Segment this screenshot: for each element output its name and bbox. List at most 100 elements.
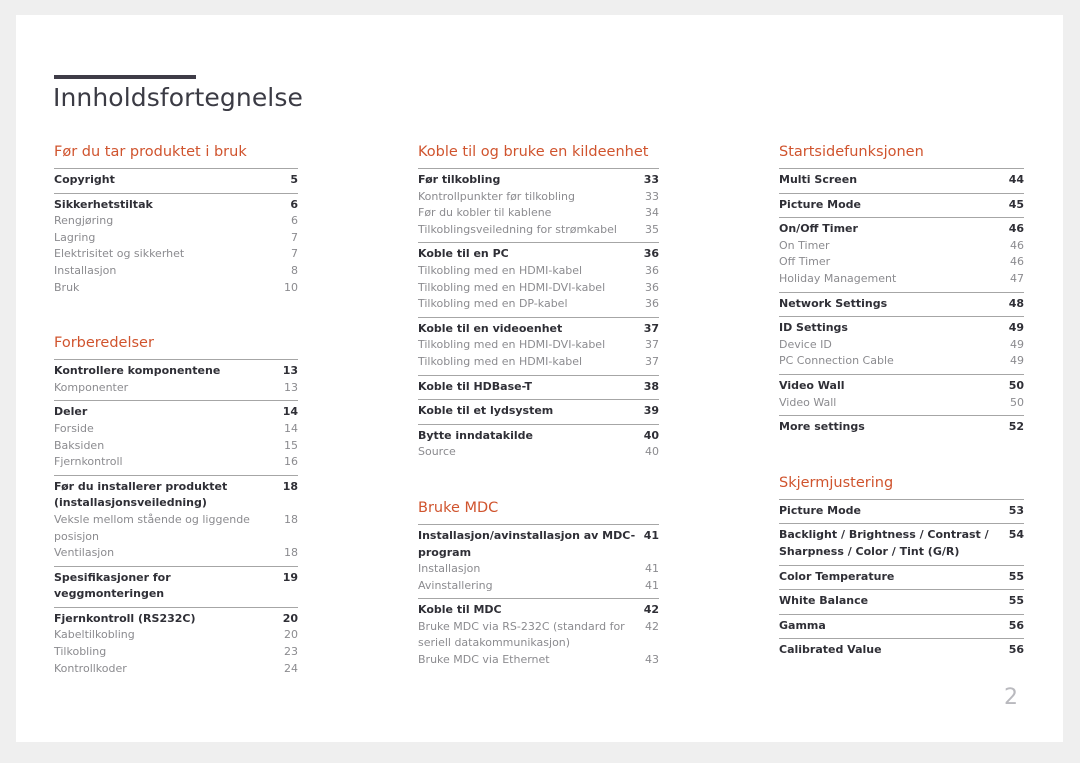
toc-entry-label: Tilkobling	[54, 645, 107, 659]
toc-entry[interactable]: Deler 14	[54, 404, 298, 421]
toc-entry-label: Backlight / Brightness / Contrast / Shar…	[779, 528, 989, 558]
toc-entry[interactable]: Fjernkontroll 16	[54, 454, 298, 471]
toc-entry[interactable]: Holiday Management 47	[779, 271, 1024, 288]
toc-entry[interactable]: More settings 52	[779, 419, 1024, 436]
toc-group: Copyright 5	[54, 168, 298, 193]
toc-entry[interactable]: Kabeltilkobling 20	[54, 627, 298, 644]
toc-entry[interactable]: White Balance 55	[779, 593, 1024, 610]
toc-entry[interactable]: Network Settings 48	[779, 296, 1024, 313]
toc-entry-page: 42	[643, 603, 659, 617]
toc-group: Koble til MDC 42 42 Bruke MDC via RS-232C (…	[418, 598, 659, 672]
toc-entry-page: 41	[645, 562, 659, 576]
toc-entry[interactable]: Tilkobling med en HDMI-kabel 37	[418, 354, 659, 371]
toc-entry[interactable]: Bruk 10	[54, 280, 298, 297]
toc-column-1: Før du tar produktet i bruk Copyright 5 Sik…	[54, 143, 298, 681]
toc-entry-label: Avinstallering	[418, 578, 493, 592]
toc-entry-page: 34	[645, 206, 659, 220]
toc-entry[interactable]: Bytte inndatakilde 40	[418, 428, 659, 445]
toc-entry-page: 46	[1010, 238, 1024, 252]
toc-entry[interactable]: Spesifikasjoner for veggmonteringen 19	[54, 570, 298, 603]
toc-entry[interactable]: Kontrollkoder 24	[54, 661, 298, 678]
toc-entry[interactable]: 54 Backlight / Brightness / Contrast / Sh…	[779, 527, 1024, 560]
toc-entry[interactable]: Calibrated Value 56	[779, 642, 1024, 659]
toc-entry[interactable]: Elektrisitet og sikkerhet 7	[54, 246, 298, 263]
toc-entry[interactable]: Tilkobling med en HDMI-kabel 36	[418, 263, 659, 280]
toc-entry[interactable]: Koble til HDBase-T 38	[418, 379, 659, 396]
toc-entry[interactable]: Video Wall 50	[779, 395, 1024, 412]
toc-group: Koble til en PC 36 Tilkobling med en HDMI-…	[418, 242, 659, 316]
toc-entry[interactable]: PC Connection Cable 49	[779, 353, 1024, 370]
toc-group: Calibrated Value 56	[779, 638, 1024, 663]
toc-group: Koble til en videoenhet 37 Tilkobling med …	[418, 316, 659, 375]
toc-entry-label: Tilkobling med en DP-kabel	[418, 297, 568, 311]
toc-entry[interactable]: Picture Mode 45	[779, 197, 1024, 214]
toc-entry-label: Installasjon/avinstallasjon av MDC-progr…	[418, 528, 636, 559]
toc-entry[interactable]: Rengjøring 6	[54, 213, 298, 230]
toc-section: Koble til og bruke en kildeenhet Før tilk…	[418, 143, 659, 465]
toc-entry-page: 37	[643, 321, 659, 335]
toc-entry[interactable]: 42 Bruke MDC via RS-232C (standard for se…	[418, 619, 659, 652]
toc-group: Picture Mode 45	[779, 192, 1024, 218]
toc-entry[interactable]: Installasjon/avinstallasjon av MDC-progr…	[418, 528, 659, 561]
toc-entry[interactable]: Device ID 49	[779, 337, 1024, 354]
toc-entry-label: Kabeltilkobling	[54, 628, 135, 642]
toc-entry[interactable]: Tilkobling med en HDMI-DVI-kabel 37	[418, 337, 659, 354]
toc-entry[interactable]: Før tilkobling 33	[418, 172, 659, 189]
toc-entry[interactable]: Source 40	[418, 444, 659, 461]
toc-entry[interactable]: Multi Screen 44	[779, 172, 1024, 189]
toc-entry[interactable]: Komponenter 13	[54, 380, 298, 397]
toc-entry-page: 48	[1008, 296, 1024, 310]
toc-entry-page: 24	[284, 661, 298, 675]
toc-group: More settings 52	[779, 415, 1024, 440]
toc-entry[interactable]: Koble til en videoenhet 37	[418, 321, 659, 338]
toc-entry-label: Network Settings	[779, 296, 888, 310]
toc-group: Koble til et lydsystem 39	[418, 399, 659, 424]
toc-entry-label: Rengjøring	[54, 214, 114, 228]
toc-entry[interactable]: Tilkobling 23	[54, 644, 298, 661]
toc-entry[interactable]: Tilkobling med en DP-kabel 36	[418, 296, 659, 313]
toc-group: Multi Screen 44	[779, 168, 1024, 193]
toc-entry[interactable]: Kontrollpunkter før tilkobling 33	[418, 189, 659, 206]
toc-entry[interactable]: Video Wall 50	[779, 378, 1024, 395]
toc-entry[interactable]: Koble til et lydsystem 39	[418, 403, 659, 420]
toc-entry[interactable]: Tilkoblingsveiledning for strømkabel 35	[418, 222, 659, 239]
toc-entry[interactable]: Forside 14	[54, 421, 298, 438]
toc-entry-label: Fjernkontroll	[54, 455, 123, 469]
toc-entry[interactable]: Gamma 56	[779, 618, 1024, 635]
toc-entry-label: Picture Mode	[779, 197, 861, 211]
toc-entry[interactable]: Installasjon 41	[418, 561, 659, 578]
toc-entry[interactable]: On Timer 46	[779, 238, 1024, 255]
toc-entry[interactable]: Tilkobling med en HDMI-DVI-kabel 36	[418, 280, 659, 297]
toc-entry[interactable]: Kontrollere komponentene 13	[54, 363, 298, 380]
toc-entry-label: Bytte inndatakilde	[418, 428, 533, 442]
toc-entry[interactable]: Baksiden 15	[54, 438, 298, 455]
toc-entry-page: 33	[643, 173, 659, 186]
toc-entry[interactable]: Koble til MDC 42	[418, 602, 659, 619]
toc-entry-label: Off Timer	[779, 255, 831, 269]
toc-entry[interactable]: Koble til en PC 36	[418, 246, 659, 263]
toc-entry[interactable]: Copyright 5	[54, 172, 298, 189]
toc-entry-page: 15	[284, 438, 298, 452]
toc-entry[interactable]: Ventilasjon 18	[54, 545, 298, 562]
toc-column-2: Koble til og bruke en kildeenhet Før tilk…	[418, 143, 659, 673]
toc-entry[interactable]: Color Temperature 55	[779, 569, 1024, 586]
toc-entry-label: Bruk	[54, 280, 80, 294]
toc-entry[interactable]: ID Settings 49	[779, 320, 1024, 337]
toc-entry[interactable]: Off Timer 46	[779, 254, 1024, 271]
toc-group: Installasjon/avinstallasjon av MDC-progr…	[418, 523, 659, 598]
toc-group: Video Wall 50 Video Wall 50	[779, 373, 1024, 415]
toc-entry-page: 45	[1008, 197, 1024, 211]
toc-entry[interactable]: Installasjon 8	[54, 263, 298, 280]
toc-entry[interactable]: Sikkerhetstiltak 6	[54, 197, 298, 214]
toc-entry[interactable]: Bruke MDC via Ethernet 43	[418, 652, 659, 669]
toc-entry[interactable]: Lagring 7	[54, 230, 298, 247]
toc-entry[interactable]: On/Off Timer 46	[779, 221, 1024, 238]
toc-entry[interactable]: Før du kobler til kablene 34	[418, 205, 659, 222]
toc-entry-page: 41	[643, 528, 659, 542]
toc-entry[interactable]: Avinstallering 41	[418, 578, 659, 595]
toc-entry[interactable]: Fjernkontroll (RS232C) 20	[54, 611, 298, 628]
toc-entry[interactable]: 18 Før du installerer produktet (installa…	[54, 479, 298, 512]
toc-entry[interactable]: Veksle mellom stående og liggende posisj…	[54, 512, 298, 545]
toc-entry[interactable]: Picture Mode 53	[779, 503, 1024, 520]
toc-entry-label: Tilkobling med en HDMI-DVI-kabel	[418, 280, 606, 294]
